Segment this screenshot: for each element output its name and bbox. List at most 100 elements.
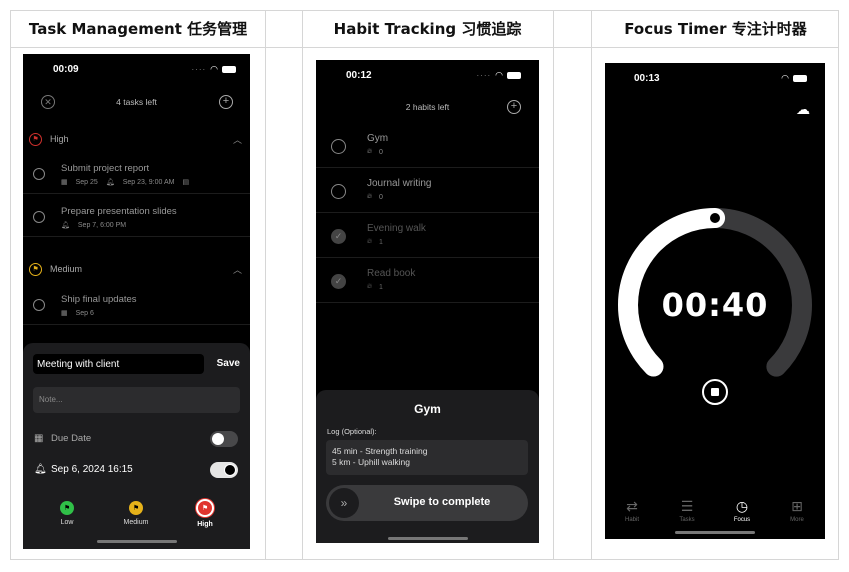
reminder-toggle[interactable] — [210, 462, 238, 478]
battery-icon — [507, 72, 521, 79]
flag-icon: ⚑ — [29, 262, 42, 276]
streak-count: 1 — [379, 239, 383, 246]
habit-row[interactable]: Journal writing 🔥︎ 0 — [316, 168, 539, 213]
habit-row[interactable]: Gym 🔥︎ 0 — [316, 123, 539, 168]
tab-label: Habit — [624, 517, 639, 523]
task-checkbox[interactable] — [33, 299, 45, 311]
log-label: Log (Optional): — [327, 427, 377, 436]
column-title-habit: Habit Tracking 习惯追踪 — [333, 20, 522, 38]
task-checkbox[interactable] — [33, 211, 45, 223]
flag-icon: ⚑ — [60, 501, 74, 515]
new-task-sheet: Save Note... ▦ Due Date 🔔︎ Sep 6, 2024 1… — [23, 343, 250, 549]
habit-row[interactable]: ✓ Read book 🔥︎ 1 — [316, 258, 539, 303]
reminder-label: Sep 6, 2024 16:15 — [51, 464, 133, 475]
task-row[interactable]: Ship final updates ▦ Sep 6 — [23, 285, 250, 325]
stop-icon — [711, 388, 719, 396]
timer-display: 00:40 — [661, 286, 769, 324]
timer-ring-handle[interactable] — [710, 213, 720, 223]
column-divider — [591, 11, 592, 559]
stop-button[interactable] — [702, 379, 728, 405]
task-meta: ▦ Sep 25 🔔︎ Sep 23, 9:00 AM ▤ — [61, 178, 190, 187]
bell-icon: 🔔︎ — [34, 464, 47, 475]
swipe-to-complete[interactable]: » Swipe to complete — [326, 485, 528, 521]
habit-name: Evening walk — [367, 223, 426, 234]
log-line: 5 km - Uphill walking — [332, 457, 410, 467]
streak-count: 0 — [379, 194, 383, 201]
save-button[interactable]: Save — [217, 358, 240, 369]
task-row[interactable]: Prepare presentation slides 🔔︎ Sep 7, 6:… — [23, 197, 250, 237]
tab-label: Focus — [733, 517, 751, 523]
section-label: Medium — [50, 264, 83, 274]
due-date-label: Due Date — [51, 433, 92, 444]
log-input[interactable]: 45 min - Strength training 5 km - Uphill… — [326, 440, 528, 475]
tab-more[interactable]: ⊞ More — [782, 498, 812, 523]
add-habit-icon[interactable]: + — [507, 100, 521, 114]
checkmark-icon[interactable]: ✓ — [331, 229, 346, 244]
column-title-task: Task Management 任务管理 — [28, 20, 248, 38]
note-field[interactable]: Note... — [33, 387, 240, 413]
flame-icon: 🔥︎ — [367, 193, 373, 200]
task-title: Submit project report — [61, 163, 150, 174]
habit-name: Journal writing — [367, 178, 432, 189]
wifi-icon: ◠ — [781, 73, 789, 83]
flag-icon: ⚑ — [129, 501, 143, 515]
double-chevron-icon[interactable]: » — [329, 488, 359, 518]
chevron-up-icon[interactable]: ︿ — [233, 263, 242, 276]
swipe-label: Swipe to complete — [393, 496, 491, 508]
calendar-icon: ▦ — [61, 179, 68, 186]
task-row[interactable]: Submit project report ▦ Sep 25 🔔︎ Sep 23… — [23, 154, 250, 194]
flame-icon: 🔥︎ — [367, 238, 373, 245]
status-time: 00:09 — [53, 64, 79, 75]
task-checkbox[interactable] — [33, 168, 45, 180]
focus-phone: 00:13 ◠ ☁ 00:40 ⇄ Habit ☰ Tasks ◷ Focus … — [605, 63, 825, 539]
header-divider — [11, 47, 838, 48]
task-meta: 🔔︎ Sep 7, 6:00 PM — [61, 221, 127, 230]
habit-row[interactable]: ✓ Evening walk 🔥︎ 1 — [316, 213, 539, 258]
habit-log-sheet: Gym Log (Optional): 45 min - Strength tr… — [316, 390, 539, 543]
checkmark-icon[interactable]: ✓ — [331, 274, 346, 289]
habit-checkbox[interactable] — [331, 139, 346, 154]
note-icon: ▤ — [182, 179, 190, 186]
home-indicator — [96, 540, 177, 543]
chevron-up-icon[interactable]: ︿ — [233, 133, 242, 146]
priority-label: Medium — [123, 519, 149, 526]
task-title-input[interactable] — [33, 354, 204, 374]
section-high[interactable]: ⚑ High ︿ — [23, 130, 250, 148]
task-meta: ▦ Sep 6 — [61, 309, 94, 318]
priority-label: Low — [60, 519, 74, 526]
list-icon: ☰ — [680, 498, 694, 514]
add-task-icon[interactable]: + — [219, 95, 233, 109]
tasks-left-label: 4 tasks left — [116, 97, 157, 107]
priority-high[interactable]: ⚑ High — [185, 499, 225, 528]
habit-checkbox[interactable] — [331, 184, 346, 199]
habit-phone: 00:12 ···· ◠ 2 habits left + Gym 🔥︎ 0 Jo… — [316, 60, 539, 543]
battery-icon — [793, 75, 807, 82]
tab-focus[interactable]: ◷ Focus — [727, 498, 757, 523]
sheet-title: Gym — [414, 402, 441, 416]
tab-habit[interactable]: ⇄ Habit — [617, 498, 647, 523]
habits-left-label: 2 habits left — [405, 102, 450, 112]
column-divider — [265, 11, 266, 559]
task-title: Prepare presentation slides — [61, 206, 177, 217]
tab-label: Tasks — [679, 517, 695, 523]
section-medium[interactable]: ⚑ Medium ︿ — [23, 260, 250, 278]
wifi-icon: ◠ — [210, 64, 218, 74]
tab-label: More — [790, 517, 804, 523]
bell-icon: 🔔︎ — [105, 179, 115, 186]
tab-tasks[interactable]: ☰ Tasks — [672, 498, 702, 523]
calendar-icon: ▦ — [61, 310, 68, 317]
due-date: Sep 6 — [75, 309, 94, 317]
flag-icon: ⚑ — [196, 499, 214, 517]
reminder-date: Sep 23, 9:00 AM — [122, 178, 175, 186]
reminder-date: Sep 7, 6:00 PM — [77, 221, 127, 229]
priority-medium[interactable]: ⚑ Medium — [116, 501, 156, 526]
repeat-icon: ⇄ — [626, 498, 638, 514]
due-date-toggle[interactable] — [210, 431, 238, 447]
section-label: High — [50, 134, 69, 144]
rain-cloud-icon[interactable]: ☁ — [796, 101, 810, 118]
task-title: Ship final updates — [61, 294, 137, 305]
priority-label: High — [197, 521, 213, 528]
bell-icon: 🔔︎ — [61, 222, 70, 229]
priority-low[interactable]: ⚑ Low — [47, 501, 87, 526]
habit-name: Gym — [367, 133, 389, 144]
